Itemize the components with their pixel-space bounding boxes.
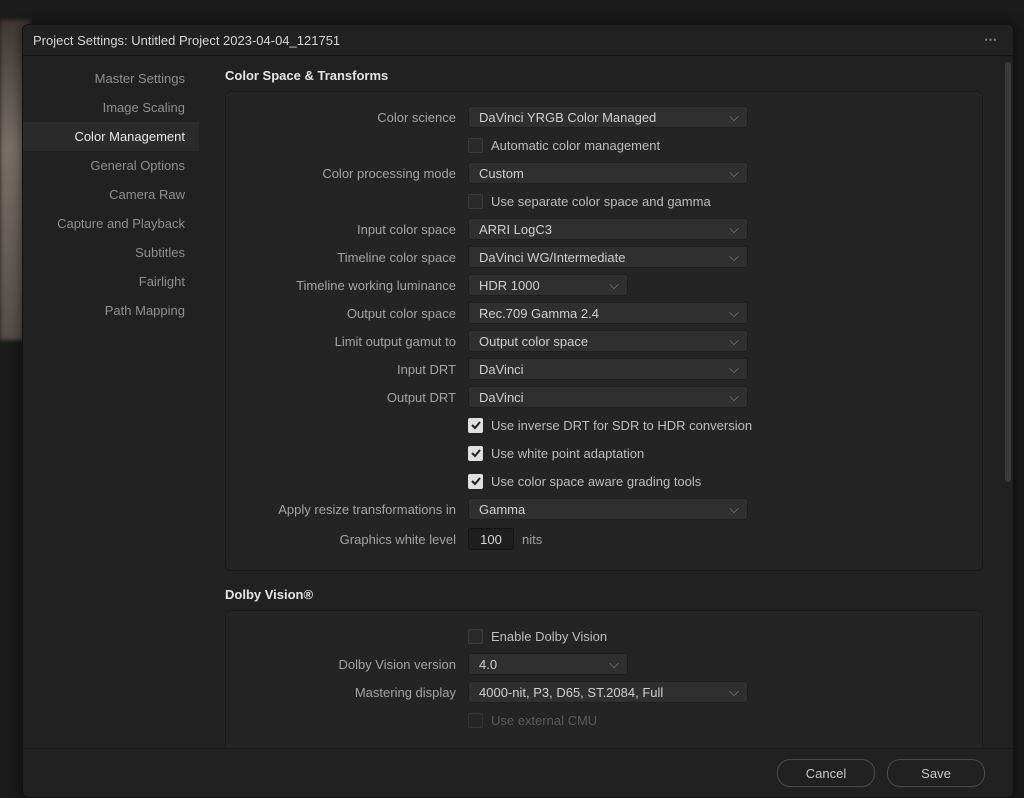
chevron-down-icon: ⌵ <box>729 109 739 125</box>
dropdown-input-cs[interactable]: ARRI LogC3 ⌵ <box>468 218 748 240</box>
save-button[interactable]: Save <box>887 759 985 787</box>
dropdown-output-cs[interactable]: Rec.709 Gamma 2.4 ⌵ <box>468 302 748 324</box>
chevron-down-icon: ⌵ <box>729 249 739 265</box>
dropdown-timeline-cs[interactable]: DaVinci WG/Intermediate ⌵ <box>468 246 748 268</box>
sidebar-item-image-scaling[interactable]: Image Scaling <box>23 93 199 122</box>
chevron-down-icon: ⌵ <box>729 684 739 700</box>
label-automatic-cm: Automatic color management <box>491 138 660 153</box>
checkbox-cs-aware[interactable]: Use color space aware grading tools <box>468 474 701 489</box>
label-dolby-version: Dolby Vision version <box>244 657 468 672</box>
label-resize: Apply resize transformations in <box>244 502 468 517</box>
section-title-color-space: Color Space & Transforms <box>225 68 983 83</box>
titlebar: Project Settings: Untitled Project 2023-… <box>23 25 1013 56</box>
value-dolby-version: 4.0 <box>479 657 497 672</box>
label-color-science: Color science <box>244 110 468 125</box>
input-graphics-white-level[interactable] <box>468 528 514 550</box>
section-title-dolby: Dolby Vision® <box>225 587 983 602</box>
value-input-drt: DaVinci <box>479 362 524 377</box>
chevron-down-icon: ⌵ <box>609 277 619 293</box>
sidebar-item-color-management[interactable]: Color Management <box>23 122 199 151</box>
sidebar-item-fairlight[interactable]: Fairlight <box>23 267 199 296</box>
label-limit-gamut: Limit output gamut to <box>244 334 468 349</box>
sidebar-item-capture-and-playback[interactable]: Capture and Playback <box>23 209 199 238</box>
dropdown-limit-gamut[interactable]: Output color space ⌵ <box>468 330 748 352</box>
value-timeline-cs: DaVinci WG/Intermediate <box>479 250 625 265</box>
label-gwl: Graphics white level <box>244 532 468 547</box>
chevron-down-icon: ⌵ <box>729 221 739 237</box>
more-menu-icon[interactable]: ⋯ <box>980 32 1003 48</box>
dialog-title: Project Settings: Untitled Project 2023-… <box>33 33 980 48</box>
label-enable-dolby: Enable Dolby Vision <box>491 629 607 644</box>
dropdown-cpm[interactable]: Custom ⌵ <box>468 162 748 184</box>
label-timeline-lum: Timeline working luminance <box>244 278 468 293</box>
label-separate-cs: Use separate color space and gamma <box>491 194 711 209</box>
checkbox-inverse-drt[interactable]: Use inverse DRT for SDR to HDR conversio… <box>468 418 752 433</box>
dropdown-mastering-display[interactable]: 4000-nit, P3, D65, ST.2084, Full ⌵ <box>468 681 748 703</box>
label-output-cs: Output color space <box>244 306 468 321</box>
dropdown-resize[interactable]: Gamma ⌵ <box>468 498 748 520</box>
unit-nits: nits <box>522 532 542 547</box>
dialog-body: Master Settings Image Scaling Color Mana… <box>23 56 1013 748</box>
title-prefix: Project Settings: <box>33 33 131 48</box>
dropdown-dolby-version[interactable]: 4.0 ⌵ <box>468 653 628 675</box>
label-input-drt: Input DRT <box>244 362 468 377</box>
dropdown-color-science[interactable]: DaVinci YRGB Color Managed ⌵ <box>468 106 748 128</box>
sidebar: Master Settings Image Scaling Color Mana… <box>23 56 199 748</box>
dropdown-output-drt[interactable]: DaVinci ⌵ <box>468 386 748 408</box>
checkbox-white-point[interactable]: Use white point adaptation <box>468 446 644 461</box>
sidebar-item-path-mapping[interactable]: Path Mapping <box>23 296 199 325</box>
sidebar-item-camera-raw[interactable]: Camera Raw <box>23 180 199 209</box>
project-settings-dialog: Project Settings: Untitled Project 2023-… <box>22 24 1014 798</box>
value-color-science: DaVinci YRGB Color Managed <box>479 110 656 125</box>
value-mastering-display: 4000-nit, P3, D65, ST.2084, Full <box>479 685 663 700</box>
dropdown-input-drt[interactable]: DaVinci ⌵ <box>468 358 748 380</box>
scrollbar-thumb[interactable] <box>1005 62 1011 482</box>
label-cs-aware: Use color space aware grading tools <box>491 474 701 489</box>
sidebar-item-subtitles[interactable]: Subtitles <box>23 238 199 267</box>
project-name: Untitled Project 2023-04-04_121751 <box>131 33 340 48</box>
content-scroll: Color Space & Transforms Color science D… <box>199 56 1003 748</box>
chevron-down-icon: ⌵ <box>729 305 739 321</box>
chevron-down-icon: ⌵ <box>729 165 739 181</box>
value-limit-gamut: Output color space <box>479 334 588 349</box>
label-inverse-drt: Use inverse DRT for SDR to HDR conversio… <box>491 418 752 433</box>
chevron-down-icon: ⌵ <box>729 501 739 517</box>
sidebar-item-master-settings[interactable]: Master Settings <box>23 64 199 93</box>
chevron-down-icon: ⌵ <box>729 333 739 349</box>
chevron-down-icon: ⌵ <box>729 361 739 377</box>
dialog-footer: Cancel Save <box>23 748 1013 797</box>
label-cpm: Color processing mode <box>244 166 468 181</box>
value-output-drt: DaVinci <box>479 390 524 405</box>
label-white-point: Use white point adaptation <box>491 446 644 461</box>
label-external-cmu: Use external CMU <box>491 713 597 728</box>
chevron-down-icon: ⌵ <box>609 656 619 672</box>
checkbox-enable-dolby[interactable]: Enable Dolby Vision <box>468 629 607 644</box>
value-timeline-lum: HDR 1000 <box>479 278 540 293</box>
scrollbar[interactable] <box>1005 62 1011 748</box>
chevron-down-icon: ⌵ <box>729 389 739 405</box>
label-input-cs: Input color space <box>244 222 468 237</box>
cancel-button[interactable]: Cancel <box>777 759 875 787</box>
label-timeline-cs: Timeline color space <box>244 250 468 265</box>
checkbox-automatic-cm[interactable]: Automatic color management <box>468 138 660 153</box>
panel-dolby-vision: Enable Dolby Vision Dolby Vision version… <box>225 610 983 748</box>
value-input-cs: ARRI LogC3 <box>479 222 552 237</box>
checkbox-separate-cs[interactable]: Use separate color space and gamma <box>468 194 711 209</box>
value-resize: Gamma <box>479 502 525 517</box>
value-output-cs: Rec.709 Gamma 2.4 <box>479 306 599 321</box>
checkbox-external-cmu: Use external CMU <box>468 713 597 728</box>
content-wrap: Color Space & Transforms Color science D… <box>199 56 1013 748</box>
label-output-drt: Output DRT <box>244 390 468 405</box>
value-cpm: Custom <box>479 166 524 181</box>
panel-color-space: Color science DaVinci YRGB Color Managed… <box>225 91 983 571</box>
label-mastering-display: Mastering display <box>244 685 468 700</box>
dropdown-timeline-lum[interactable]: HDR 1000 ⌵ <box>468 274 628 296</box>
sidebar-item-general-options[interactable]: General Options <box>23 151 199 180</box>
